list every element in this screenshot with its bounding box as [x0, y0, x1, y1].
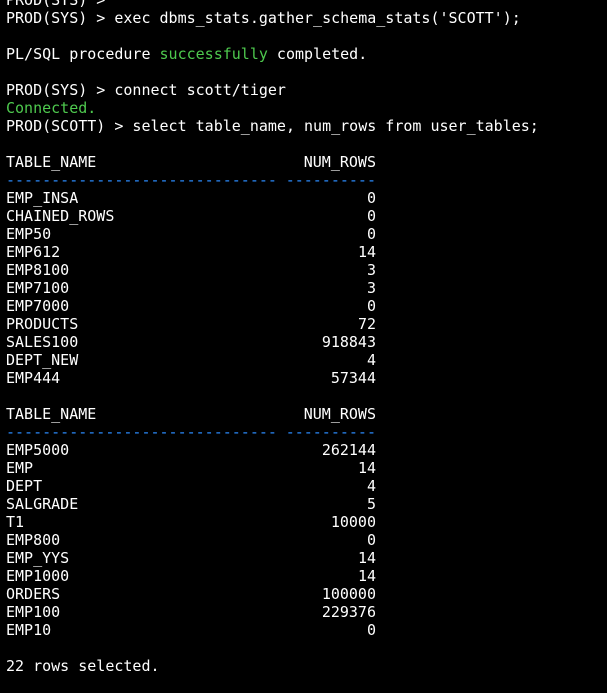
table-name-cell: EMP444: [6, 369, 61, 387]
num-rows-cell: 0: [366, 531, 376, 549]
table-row: EMP 14: [6, 459, 607, 477]
table-row: ORDERS 100000: [6, 585, 607, 603]
procedure-result: PL/SQL procedure successfully completed.: [6, 45, 607, 63]
num-rows-cell: 0: [366, 621, 376, 639]
table-name-cell: EMP100: [6, 603, 61, 621]
table-row: EMP50 0: [6, 225, 607, 243]
num-rows-cell: 229376: [321, 603, 376, 621]
table-name-cell: EMP10: [6, 621, 52, 639]
procedure-result-highlight: successfully: [159, 45, 268, 63]
divider-name: ------------------------------: [6, 171, 277, 189]
num-rows-cell: 918843: [321, 333, 376, 351]
table-row: EMP7000 0: [6, 297, 607, 315]
num-rows-cell: 14: [357, 459, 376, 477]
header-num-rows: NUM_ROWS: [303, 153, 376, 171]
table-row: SALES100 918843: [6, 333, 607, 351]
num-rows-cell: 0: [366, 297, 376, 315]
rows-selected-footer: 22 rows selected.: [6, 657, 160, 675]
table-row: EMP100 229376: [6, 603, 607, 621]
num-rows-cell: 10000: [330, 513, 376, 531]
table-header-divider: ------------------------------ ---------…: [6, 171, 607, 189]
table-name-cell: ORDERS: [6, 585, 61, 603]
num-rows-cell: 4: [366, 477, 376, 495]
result-block-2: EMP5000 262144 EMP 14 DEPT 4 SALGRADE 5 T1 10000 E…: [6, 441, 607, 639]
gather-stats-command: PROD(SYS) > exec dbms_stats.gather_schem…: [6, 9, 521, 27]
num-rows-cell: 57344: [330, 369, 376, 387]
table-name-cell: EMP_INSA: [6, 189, 79, 207]
header-table-name: TABLE_NAME: [6, 405, 97, 423]
table-row: DEPT_NEW 4: [6, 351, 607, 369]
select-command: PROD(SCOTT) > select table_name, num_row…: [6, 117, 539, 135]
table-row: EMP_INSA 0: [6, 189, 607, 207]
terminal-window[interactable]: PROD(SYS) > PROD(SYS) > exec dbms_stats.…: [0, 0, 607, 693]
divider-rows: ----------: [285, 171, 376, 189]
table-row: EMP800 0: [6, 531, 607, 549]
table-name-cell: T1: [6, 513, 25, 531]
table-header: TABLE_NAME NUM_ROWS: [6, 153, 607, 171]
header-table-name: TABLE_NAME: [6, 153, 97, 171]
table-name-cell: EMP8100: [6, 261, 70, 279]
num-rows-cell: 14: [357, 567, 376, 585]
connected-message: Connected.: [6, 99, 97, 117]
divider-name: ------------------------------: [6, 423, 277, 441]
num-rows-cell: 72: [357, 315, 376, 333]
table-name-cell: EMP612: [6, 243, 61, 261]
table-name-cell: EMP50: [6, 225, 52, 243]
table-name-cell: EMP5000: [6, 441, 70, 459]
num-rows-cell: 5: [366, 495, 376, 513]
procedure-result-prefix: PL/SQL procedure: [6, 45, 160, 63]
table-header: TABLE_NAME NUM_ROWS: [6, 405, 607, 423]
table-name-cell: EMP1000: [6, 567, 70, 585]
table-row: EMP10 0: [6, 621, 607, 639]
table-row: DEPT 4: [6, 477, 607, 495]
table-name-cell: EMP7000: [6, 297, 70, 315]
table-name-cell: EMP_YYS: [6, 549, 70, 567]
divider-rows: ----------: [285, 423, 376, 441]
num-rows-cell: 0: [366, 207, 376, 225]
num-rows-cell: 0: [366, 189, 376, 207]
table-row: PRODUCTS 72: [6, 315, 607, 333]
table-name-cell: EMP: [6, 459, 34, 477]
procedure-result-suffix: completed.: [267, 45, 368, 63]
table-name-cell: DEPT: [6, 477, 43, 495]
table-row: EMP7100 3: [6, 279, 607, 297]
table-row: EMP612 14: [6, 243, 607, 261]
table-row: EMP8100 3: [6, 261, 607, 279]
num-rows-cell: 14: [357, 549, 376, 567]
prompt-line: PROD(SYS) >: [6, 0, 106, 9]
num-rows-cell: 4: [366, 351, 376, 369]
num-rows-cell: 3: [366, 279, 376, 297]
table-name-cell: EMP800: [6, 531, 61, 549]
table-row: EMP1000 14: [6, 567, 607, 585]
table-name-cell: DEPT_NEW: [6, 351, 79, 369]
connect-command: PROD(SYS) > connect scott/tiger: [6, 81, 286, 99]
table-name-cell: CHAINED_ROWS: [6, 207, 115, 225]
num-rows-cell: 3: [366, 261, 376, 279]
table-row: EMP_YYS 14: [6, 549, 607, 567]
table-header-divider: ------------------------------ ---------…: [6, 423, 607, 441]
num-rows-cell: 262144: [321, 441, 376, 459]
num-rows-cell: 0: [366, 225, 376, 243]
table-name-cell: PRODUCTS: [6, 315, 79, 333]
table-row: T1 10000: [6, 513, 607, 531]
table-row: EMP444 57344: [6, 369, 607, 387]
table-name-cell: SALGRADE: [6, 495, 79, 513]
table-row: CHAINED_ROWS 0: [6, 207, 607, 225]
header-num-rows: NUM_ROWS: [303, 405, 376, 423]
table-row: SALGRADE 5: [6, 495, 607, 513]
result-block-1: EMP_INSA 0 CHAINED_ROWS 0 EMP50 0 EMP612 14 EMP8…: [6, 189, 607, 387]
table-name-cell: EMP7100: [6, 279, 70, 297]
table-row: EMP5000 262144: [6, 441, 607, 459]
table-name-cell: SALES100: [6, 333, 79, 351]
num-rows-cell: 14: [357, 243, 376, 261]
num-rows-cell: 100000: [321, 585, 376, 603]
